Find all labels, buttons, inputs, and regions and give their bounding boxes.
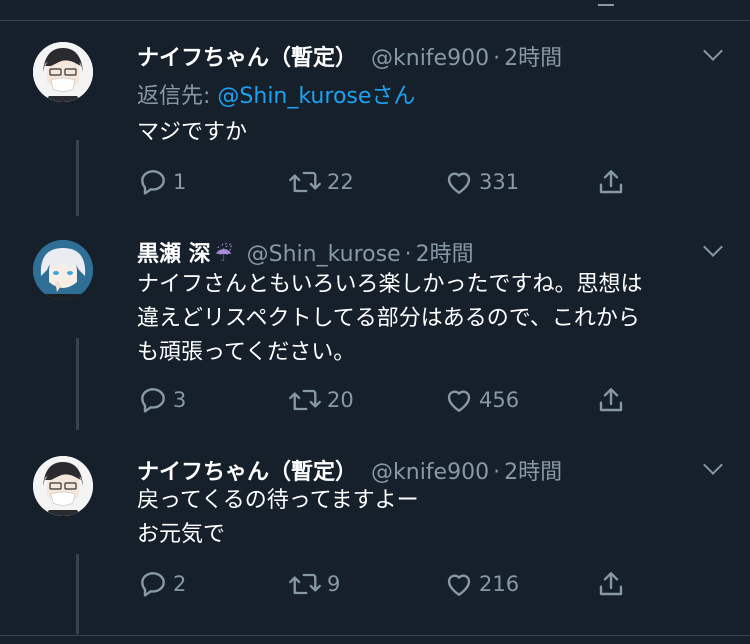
- tweet-text-line: ナイフさんともいろいろ楽しかったですね。思想は: [137, 272, 643, 297]
- separator-dot: ·: [404, 242, 412, 267]
- like-count: 331: [479, 170, 520, 194]
- timestamp[interactable]: 2時間: [504, 40, 562, 72]
- avatar[interactable]: [33, 240, 93, 300]
- like-count: 216: [479, 572, 520, 596]
- retweet-icon: [289, 389, 321, 411]
- reply-icon: [141, 572, 165, 597]
- share-button[interactable]: [595, 166, 627, 198]
- tweet-text-line: 戻ってくるの待ってますよー: [137, 488, 419, 513]
- divider: [0, 20, 750, 21]
- reply-to-suffix[interactable]: さん: [371, 84, 415, 109]
- retweet-count: 20: [327, 388, 354, 412]
- divider: [0, 635, 750, 636]
- tweet-text-line: お元気で: [137, 522, 226, 547]
- reply-icon: [141, 170, 165, 195]
- thread-line: [76, 554, 79, 634]
- retweet-count: 9: [327, 572, 341, 596]
- tweet-actions: 1 22 331: [137, 166, 637, 198]
- share-icon: [599, 572, 623, 596]
- tweet-text: 戻ってくるの待ってますよー お元気で: [137, 484, 717, 552]
- share-button[interactable]: [595, 384, 627, 416]
- thread-line: [76, 338, 79, 430]
- share-icon: [599, 388, 623, 412]
- retweet-button[interactable]: 22: [287, 166, 354, 198]
- reply-button[interactable]: 1: [137, 166, 186, 198]
- umbrella-rain-icon: ☔: [214, 242, 233, 266]
- avatar[interactable]: [33, 42, 93, 102]
- tweet-actions: 3 20 456: [137, 384, 637, 416]
- reply-to: 返信先: @Shin_kuroseさん: [137, 78, 415, 110]
- like-icon: [447, 390, 471, 412]
- like-button[interactable]: 331: [443, 166, 519, 198]
- tweet-header: ナイフちゃん（暫定） @knife900 · 2時間: [137, 454, 562, 486]
- like-button[interactable]: 216: [443, 568, 519, 600]
- display-name[interactable]: ナイフちゃん（暫定）: [137, 40, 357, 72]
- retweet-icon: [289, 171, 321, 193]
- tweet-header: ナイフちゃん（暫定） @knife900 · 2時間: [137, 40, 562, 72]
- thread-line: [76, 140, 79, 216]
- reply-to-label: 返信先:: [137, 84, 218, 109]
- retweet-icon: [289, 573, 321, 595]
- like-button[interactable]: 456: [443, 384, 519, 416]
- username[interactable]: @knife900: [371, 460, 489, 485]
- share-button[interactable]: [595, 568, 627, 600]
- separator-dot: ·: [493, 46, 501, 71]
- tweet-actions: 2 9 216: [137, 568, 637, 600]
- like-icon: [447, 574, 471, 596]
- username[interactable]: @knife900: [371, 46, 489, 71]
- chevron-down-icon[interactable]: [703, 237, 723, 257]
- share-icon: [599, 170, 623, 194]
- reply-icon: [141, 388, 165, 413]
- display-name[interactable]: ナイフちゃん（暫定）: [137, 454, 357, 486]
- tweet-text-line: も頑張ってください。: [137, 340, 356, 365]
- reply-count: 1: [173, 170, 187, 194]
- separator-dot: ·: [493, 460, 501, 485]
- tweet-text: マジですか: [137, 116, 717, 150]
- retweet-count: 22: [327, 170, 354, 194]
- reply-count: 3: [173, 388, 187, 412]
- chevron-down-icon[interactable]: [703, 455, 723, 475]
- reply-button[interactable]: 3: [137, 384, 186, 416]
- display-name[interactable]: 黒瀬 深: [137, 236, 211, 268]
- tweet-text: ナイフさんともいろいろ楽しかったですね。思想は 違えどリスペクトしてる部分はある…: [137, 268, 717, 370]
- reply-button[interactable]: 2: [137, 568, 186, 600]
- tweet-header: 黒瀬 深 ☔ @Shin_kurose · 2時間: [137, 236, 474, 268]
- username[interactable]: @Shin_kurose: [247, 242, 401, 267]
- reply-to-mention[interactable]: @Shin_kurose: [217, 84, 371, 109]
- timestamp[interactable]: 2時間: [504, 454, 562, 486]
- tweet-text-line: 違えどリスペクトしてる部分はあるので、これから: [137, 306, 640, 331]
- like-count: 456: [479, 388, 520, 412]
- like-icon: [447, 172, 471, 194]
- retweet-button[interactable]: 9: [287, 568, 340, 600]
- timestamp[interactable]: 2時間: [416, 236, 474, 268]
- reply-count: 2: [173, 572, 187, 596]
- retweet-button[interactable]: 20: [287, 384, 354, 416]
- chevron-down-icon[interactable]: [703, 41, 723, 61]
- share-icon-previous[interactable]: [598, 0, 614, 6]
- tweet-text-line: マジですか: [137, 120, 248, 145]
- avatar[interactable]: [33, 456, 93, 516]
